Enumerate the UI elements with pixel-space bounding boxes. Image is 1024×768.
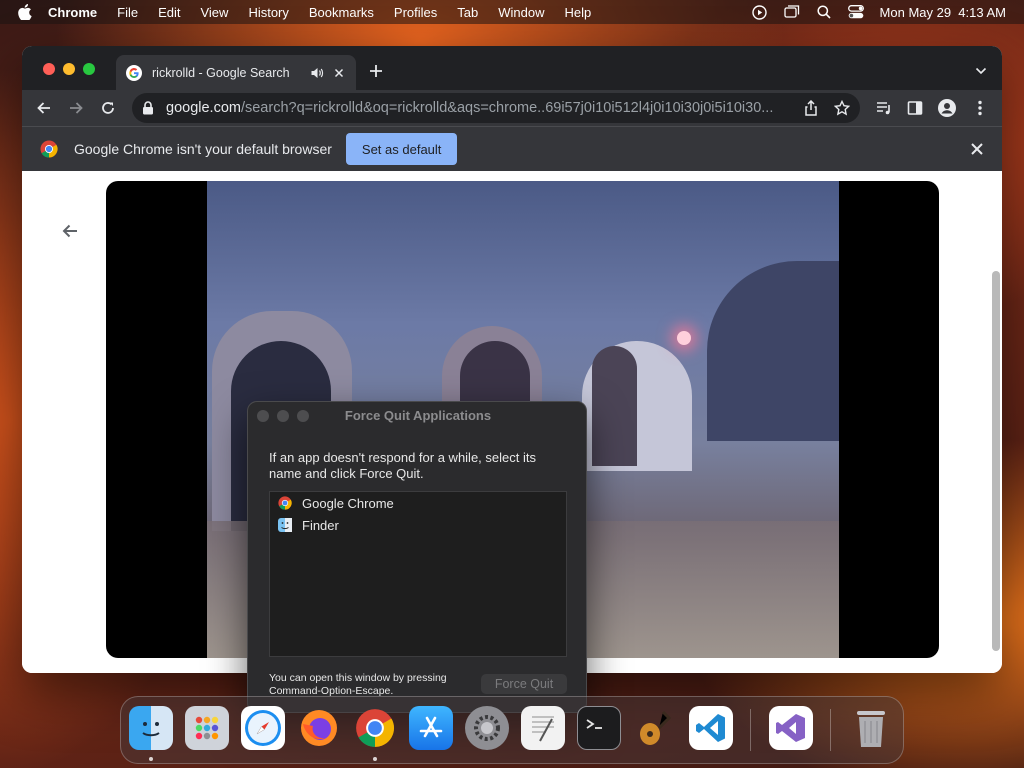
reload-icon[interactable] xyxy=(99,99,117,117)
trash-icon[interactable] xyxy=(849,706,893,750)
chrome-dock-icon[interactable] xyxy=(353,706,397,750)
browser-toolbar: google.com/search?q=rickrolld&oq=rickrol… xyxy=(22,90,1002,126)
chrome-running-indicator xyxy=(373,757,377,761)
new-tab-icon[interactable] xyxy=(368,63,384,79)
tab-google-search[interactable]: rickrolld - Google Search xyxy=(116,55,356,90)
tab-strip: rickrolld - Google Search xyxy=(22,46,1002,90)
menu-tab[interactable]: Tab xyxy=(457,5,478,20)
chrome-menu-icon[interactable] xyxy=(971,99,989,117)
page-scrollbar[interactable] xyxy=(992,271,1000,651)
garageband-icon[interactable] xyxy=(633,706,677,750)
minimize-window-button[interactable] xyxy=(63,63,75,75)
menu-file[interactable]: File xyxy=(117,5,138,20)
speaker-icon[interactable] xyxy=(310,66,324,80)
menu-bar: Chrome File Edit View History Bookmarks … xyxy=(0,0,1024,24)
finder-icon[interactable] xyxy=(129,706,173,750)
url-host: google.com xyxy=(166,100,241,116)
bookmark-star-icon[interactable] xyxy=(833,99,851,116)
dock-separator xyxy=(830,709,831,751)
google-favicon-icon xyxy=(126,64,142,81)
tab-search-chevron-icon[interactable] xyxy=(974,64,988,78)
menu-edit[interactable]: Edit xyxy=(158,5,180,20)
set-as-default-button[interactable]: Set as default xyxy=(345,133,458,165)
fullscreen-window-button[interactable] xyxy=(83,63,95,75)
street-lamp xyxy=(677,331,691,345)
url-text[interactable]: google.com/search?q=rickrolld&oq=rickrol… xyxy=(166,100,790,116)
system-preferences-icon[interactable] xyxy=(465,706,509,750)
arch-right-opening xyxy=(592,346,637,466)
control-center-icon[interactable] xyxy=(847,4,864,20)
menu-view[interactable]: View xyxy=(200,5,228,20)
menu-bookmarks[interactable]: Bookmarks xyxy=(309,5,374,20)
screen-recording-icon[interactable] xyxy=(752,4,768,20)
forward-icon[interactable] xyxy=(67,99,85,117)
status-area: Mon May 29 4:13 AM xyxy=(752,0,1006,24)
menu-app-name[interactable]: Chrome xyxy=(48,5,97,20)
dock-separator xyxy=(750,709,751,751)
menu-window[interactable]: Window xyxy=(498,5,544,20)
visual-studio-icon[interactable] xyxy=(769,706,813,750)
infobar-close-icon[interactable] xyxy=(970,142,984,156)
close-window-button[interactable] xyxy=(43,63,55,75)
dialog-title: Force Quit Applications xyxy=(344,408,492,423)
terminal-icon[interactable] xyxy=(577,706,621,750)
force-quit-dialog: Force Quit Applications If an app doesn'… xyxy=(247,401,587,713)
tab-close-icon[interactable] xyxy=(332,66,346,80)
side-panel-icon[interactable] xyxy=(906,99,924,117)
right-building xyxy=(707,261,839,441)
page-back-arrow-icon[interactable] xyxy=(60,221,80,241)
dock xyxy=(120,696,904,764)
apple-menu-icon[interactable] xyxy=(18,4,34,20)
shortcut-hint: You can open this window by pressing Com… xyxy=(269,672,447,697)
app-store-icon[interactable] xyxy=(409,706,453,750)
textedit-icon[interactable] xyxy=(521,706,565,750)
force-quit-button[interactable]: Force Quit xyxy=(481,674,567,694)
menu-help[interactable]: Help xyxy=(565,5,592,20)
firefox-icon[interactable] xyxy=(297,706,341,750)
vscode-icon[interactable] xyxy=(689,706,733,750)
chrome-logo-icon xyxy=(40,140,58,158)
profile-avatar-icon[interactable] xyxy=(938,99,956,117)
menu-history[interactable]: History xyxy=(248,5,288,20)
spotlight-search-icon[interactable] xyxy=(816,4,832,20)
app-name: Finder xyxy=(302,517,339,533)
app-name: Google Chrome xyxy=(302,495,394,511)
display-icon[interactable] xyxy=(783,4,800,20)
menubar-clock[interactable]: Mon May 29 4:13 AM xyxy=(880,5,1006,20)
app-list[interactable]: Google Chrome Finder xyxy=(269,491,567,657)
infobar-message: Google Chrome isn't your default browser xyxy=(74,141,332,157)
safari-icon[interactable] xyxy=(241,706,285,750)
launchpad-icon[interactable] xyxy=(185,706,229,750)
list-item[interactable]: Finder xyxy=(270,514,566,536)
share-icon[interactable] xyxy=(804,99,820,116)
default-browser-infobar: Google Chrome isn't your default browser… xyxy=(22,126,1002,171)
url-path: /search?q=rickrolld&oq=rickrolld&aqs=chr… xyxy=(240,100,774,116)
menu-profiles[interactable]: Profiles xyxy=(394,5,437,20)
tab-title: rickrolld - Google Search xyxy=(152,65,290,80)
chrome-app-icon xyxy=(278,496,292,510)
finder-running-indicator xyxy=(149,757,153,761)
dialog-message: If an app doesn't respond for a while, s… xyxy=(269,450,536,481)
back-icon[interactable] xyxy=(35,99,53,117)
list-item[interactable]: Google Chrome xyxy=(270,492,566,514)
finder-app-icon xyxy=(278,518,292,532)
address-bar[interactable]: google.com/search?q=rickrolld&oq=rickrol… xyxy=(132,93,860,123)
lock-icon[interactable] xyxy=(142,101,156,115)
media-control-icon[interactable] xyxy=(875,99,893,117)
